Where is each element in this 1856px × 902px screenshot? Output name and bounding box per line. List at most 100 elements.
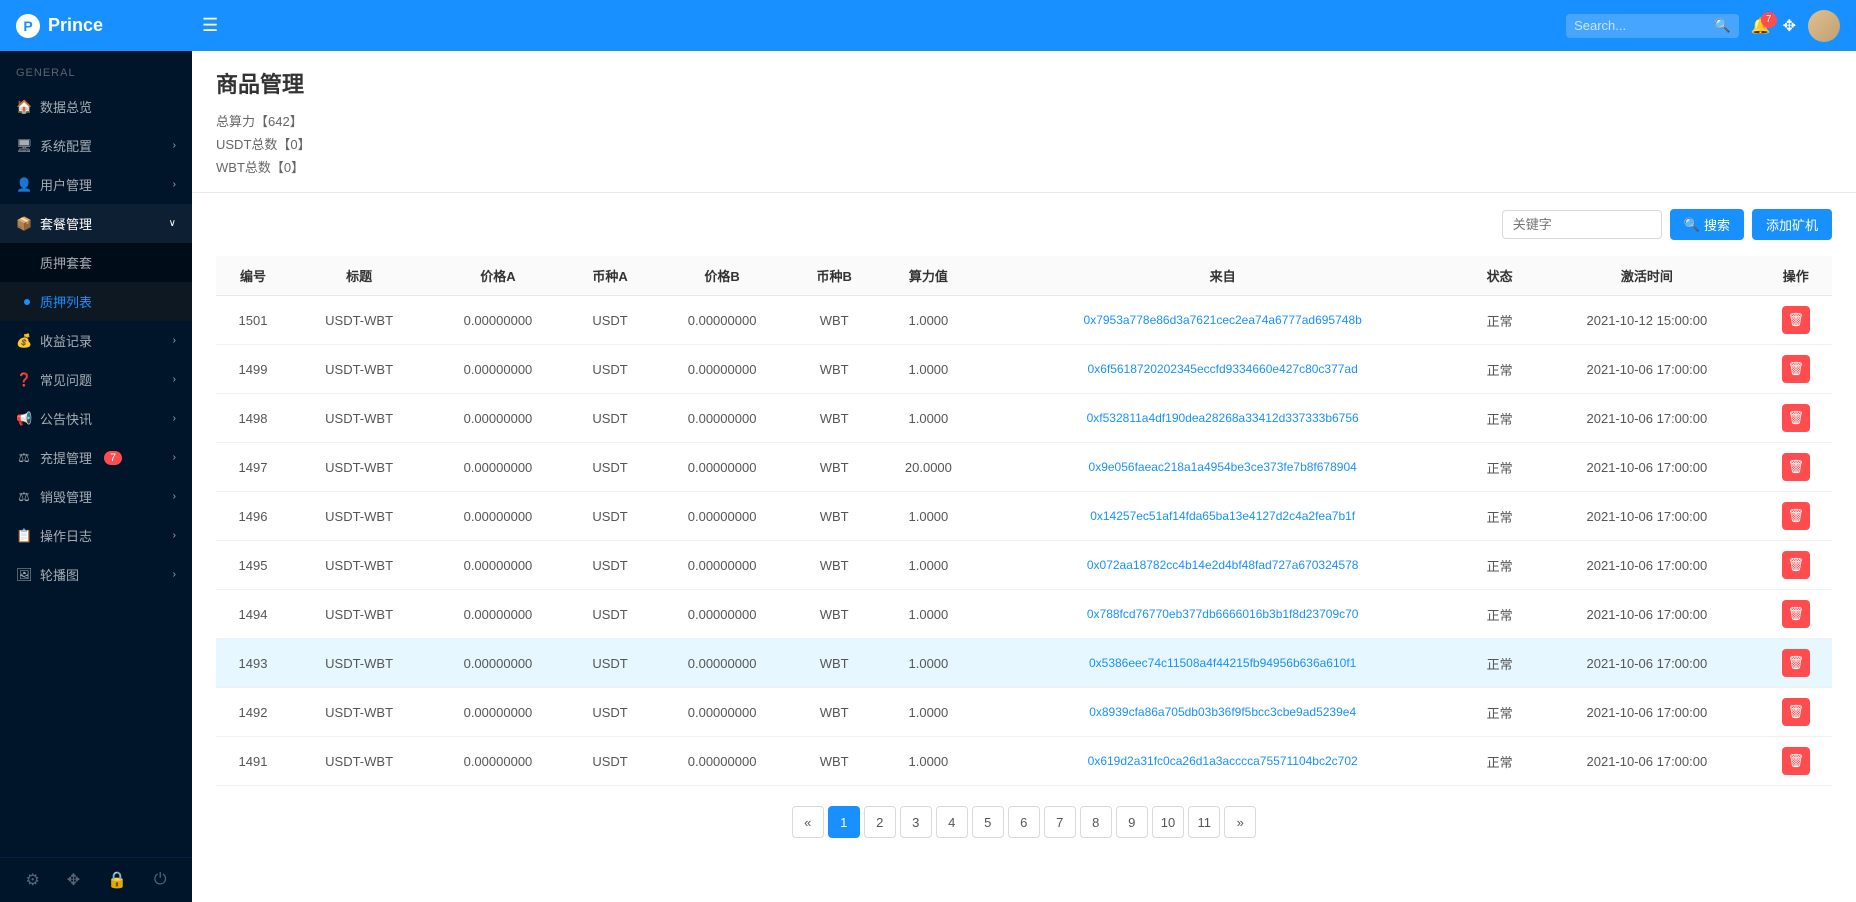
- cell-coin-a: USDT: [568, 688, 653, 737]
- notification-btn[interactable]: 🔔 7: [1751, 16, 1771, 36]
- cell-price-b: 0.00000000: [652, 394, 792, 443]
- delete-btn[interactable]: 🗑: [1782, 551, 1810, 579]
- add-machine-button[interactable]: 添加矿机: [1752, 209, 1832, 240]
- cell-hashrate: 20.0000: [877, 443, 981, 492]
- sidebar-item-user-mgmt[interactable]: 👤 用户管理 ›: [0, 165, 192, 204]
- cell-id: 1501: [216, 296, 290, 345]
- content-area: 商品管理 总算力【642】 USDT总数【0】 WBT总数【0】 🔍 搜索 添加…: [192, 51, 1856, 902]
- cell-from: 0xf532811a4df190dea28268a33412d337333b67…: [980, 394, 1465, 443]
- cell-hashrate: 1.0000: [877, 688, 981, 737]
- delete-btn[interactable]: 🗑: [1782, 404, 1810, 432]
- page-btn-9[interactable]: 9: [1116, 806, 1148, 838]
- sidebar-item-pledge-list[interactable]: 质押列表: [0, 282, 192, 321]
- avatar[interactable]: [1808, 10, 1840, 42]
- col-price-a: 价格A: [428, 256, 568, 296]
- page-btn-3[interactable]: 3: [900, 806, 932, 838]
- sidebar: GENERAL 🏠 数据总览 🖥 系统配置 › 👤 用户管理 › 📦 套餐管理 …: [0, 51, 192, 902]
- col-id: 编号: [216, 256, 290, 296]
- cell-title: USDT-WBT: [290, 737, 428, 786]
- keyword-input[interactable]: [1502, 210, 1662, 239]
- sidebar-item-recharge[interactable]: ⚖ 充提管理 7 ›: [0, 438, 192, 477]
- table-row: 1493 USDT-WBT 0.00000000 USDT 0.00000000…: [216, 639, 1832, 688]
- delete-btn[interactable]: 🗑: [1782, 355, 1810, 383]
- arrow-icon-package: ∨: [169, 218, 176, 229]
- page-btn-2[interactable]: 2: [864, 806, 896, 838]
- sidebar-item-sys-config[interactable]: 🖥 系统配置 ›: [0, 126, 192, 165]
- delete-btn[interactable]: 🗑: [1782, 502, 1810, 530]
- page-btn-6[interactable]: 6: [1008, 806, 1040, 838]
- sidebar-item-faq[interactable]: ❓ 常见问题 ›: [0, 360, 192, 399]
- delete-btn[interactable]: 🗑: [1782, 600, 1810, 628]
- sidebar-label-pledge-list: 质押列表: [40, 292, 92, 311]
- cell-price-b: 0.00000000: [652, 541, 792, 590]
- cell-time: 2021-10-06 17:00:00: [1534, 639, 1759, 688]
- logo-text: Prince: [48, 15, 103, 36]
- cell-title: USDT-WBT: [290, 590, 428, 639]
- cell-coin-a: USDT: [568, 541, 653, 590]
- income-icon: 💰: [16, 333, 32, 349]
- footer-settings-btn[interactable]: ⚙: [25, 870, 39, 890]
- page-prev-btn[interactable]: «: [792, 806, 824, 838]
- cell-time: 2021-10-06 17:00:00: [1534, 737, 1759, 786]
- footer-expand-btn[interactable]: ✥: [67, 870, 80, 890]
- cell-price-b: 0.00000000: [652, 737, 792, 786]
- footer-power-btn[interactable]: ⏻: [154, 871, 167, 889]
- cell-status: 正常: [1465, 737, 1534, 786]
- cell-price-b: 0.00000000: [652, 345, 792, 394]
- footer-lock-btn[interactable]: 🔒: [107, 870, 127, 890]
- cell-id: 1495: [216, 541, 290, 590]
- page-btn-10[interactable]: 10: [1152, 806, 1184, 838]
- cell-price-a: 0.00000000: [428, 394, 568, 443]
- hamburger-btn[interactable]: ☰: [202, 15, 218, 36]
- cell-action: 🗑: [1759, 443, 1832, 492]
- search-button[interactable]: 🔍 搜索: [1670, 209, 1744, 240]
- toolbar: 🔍 搜索 添加矿机: [216, 209, 1832, 240]
- col-time: 激活时间: [1534, 256, 1759, 296]
- arrow-icon-sales: ›: [173, 491, 176, 502]
- cell-price-a: 0.00000000: [428, 639, 568, 688]
- logo-icon: [16, 14, 40, 38]
- page-btn-5[interactable]: 5: [972, 806, 1004, 838]
- page-btn-4[interactable]: 4: [936, 806, 968, 838]
- page-btn-11[interactable]: 11: [1188, 806, 1220, 838]
- cell-status: 正常: [1465, 394, 1534, 443]
- delete-btn[interactable]: 🗑: [1782, 453, 1810, 481]
- sidebar-item-pledge-package[interactable]: 质押套套: [0, 243, 192, 282]
- sidebar-label-announcement: 公告快讯: [40, 409, 92, 428]
- sidebar-item-data-overview[interactable]: 🏠 数据总览: [0, 87, 192, 126]
- arrow-icon-recharge: ›: [173, 452, 176, 463]
- sidebar-item-package-mgmt[interactable]: 📦 套餐管理 ∨: [0, 204, 192, 243]
- expand-btn[interactable]: ✥: [1783, 16, 1796, 36]
- delete-btn[interactable]: 🗑: [1782, 698, 1810, 726]
- cell-coin-b: WBT: [792, 492, 877, 541]
- cell-id: 1492: [216, 688, 290, 737]
- cell-hashrate: 1.0000: [877, 345, 981, 394]
- cell-action: 🗑: [1759, 394, 1832, 443]
- sidebar-item-oplog[interactable]: 📋 操作日志 ›: [0, 516, 192, 555]
- search-icon: 🔍: [1684, 217, 1700, 233]
- page-btn-1[interactable]: 1: [828, 806, 860, 838]
- sidebar-item-carousel[interactable]: 🖼 轮播图 ›: [0, 555, 192, 594]
- page-btn-8[interactable]: 8: [1080, 806, 1112, 838]
- search-btn-label: 搜索: [1704, 215, 1730, 234]
- page-next-btn[interactable]: »: [1224, 806, 1256, 838]
- delete-btn[interactable]: 🗑: [1782, 747, 1810, 775]
- page-btn-7[interactable]: 7: [1044, 806, 1076, 838]
- cell-id: 1493: [216, 639, 290, 688]
- search-input[interactable]: [1574, 18, 1714, 33]
- cell-title: USDT-WBT: [290, 443, 428, 492]
- sidebar-item-sales[interactable]: ⚖ 销毁管理 ›: [0, 477, 192, 516]
- cell-title: USDT-WBT: [290, 345, 428, 394]
- cell-status: 正常: [1465, 541, 1534, 590]
- user-icon: 👤: [16, 177, 32, 193]
- sidebar-item-announcement[interactable]: 📢 公告快讯 ›: [0, 399, 192, 438]
- cell-price-a: 0.00000000: [428, 737, 568, 786]
- data-table: 编号 标题 价格A 币种A 价格B 币种B 算力值 来自 状态 激活时间 操作: [216, 256, 1832, 786]
- cell-action: 🗑: [1759, 590, 1832, 639]
- delete-btn[interactable]: 🗑: [1782, 649, 1810, 677]
- cell-from: 0x8939cfa86a705db03b36f9f5bcc3cbe9ad5239…: [980, 688, 1465, 737]
- delete-btn[interactable]: 🗑: [1782, 306, 1810, 334]
- cell-from: 0x788fcd76770eb377db6666016b3b1f8d23709c…: [980, 590, 1465, 639]
- header-search-icon[interactable]: 🔍: [1714, 18, 1731, 34]
- sidebar-item-income[interactable]: 💰 收益记录 ›: [0, 321, 192, 360]
